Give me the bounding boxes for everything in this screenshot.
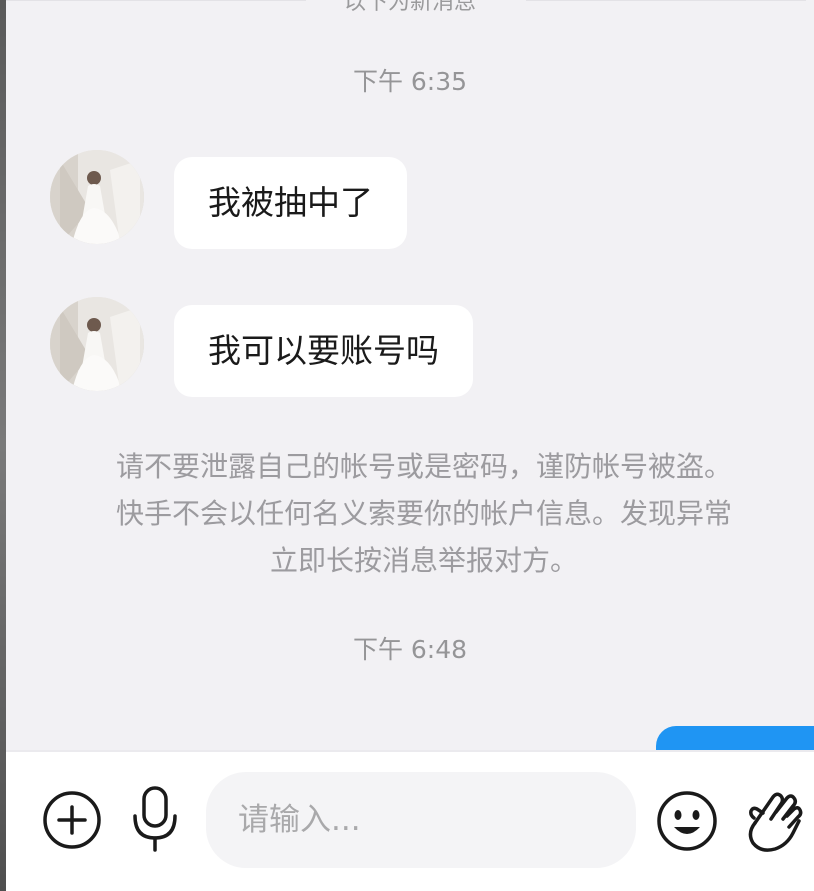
chat-message-list[interactable]: 以下为新消息 下午 6:35 我被抽中了 我可以要账号吗 请不要泄露自己的帐号或… <box>6 0 814 766</box>
message-input[interactable] <box>236 801 620 839</box>
message-bubble[interactable]: 我被抽中了 <box>174 157 407 249</box>
emoji-button[interactable] <box>654 788 720 854</box>
timestamp: 下午 6:35 <box>352 67 468 96</box>
bride-photo-icon <box>50 150 144 244</box>
emoji-icon <box>657 791 717 851</box>
greeting-button[interactable] <box>742 782 808 856</box>
bride-photo-icon <box>50 297 144 391</box>
message-input-box[interactable] <box>206 772 636 868</box>
security-notice: 请不要泄露自己的帐号或是密码，谨防帐号被盗。快手不会以任何名义索要你的帐户信息。… <box>115 450 732 577</box>
avatar[interactable] <box>50 150 144 244</box>
message-bubble[interactable]: 我可以要账号吗 <box>174 305 473 397</box>
avatar[interactable] <box>50 297 144 391</box>
hand-wave-icon <box>748 792 803 852</box>
add-button[interactable] <box>40 788 104 852</box>
voice-button[interactable] <box>126 782 184 856</box>
timestamp: 下午 6:48 <box>352 635 468 664</box>
microphone-icon <box>133 786 177 852</box>
new-messages-divider: 以下为新消息 <box>343 0 476 15</box>
add-icon <box>43 791 101 849</box>
